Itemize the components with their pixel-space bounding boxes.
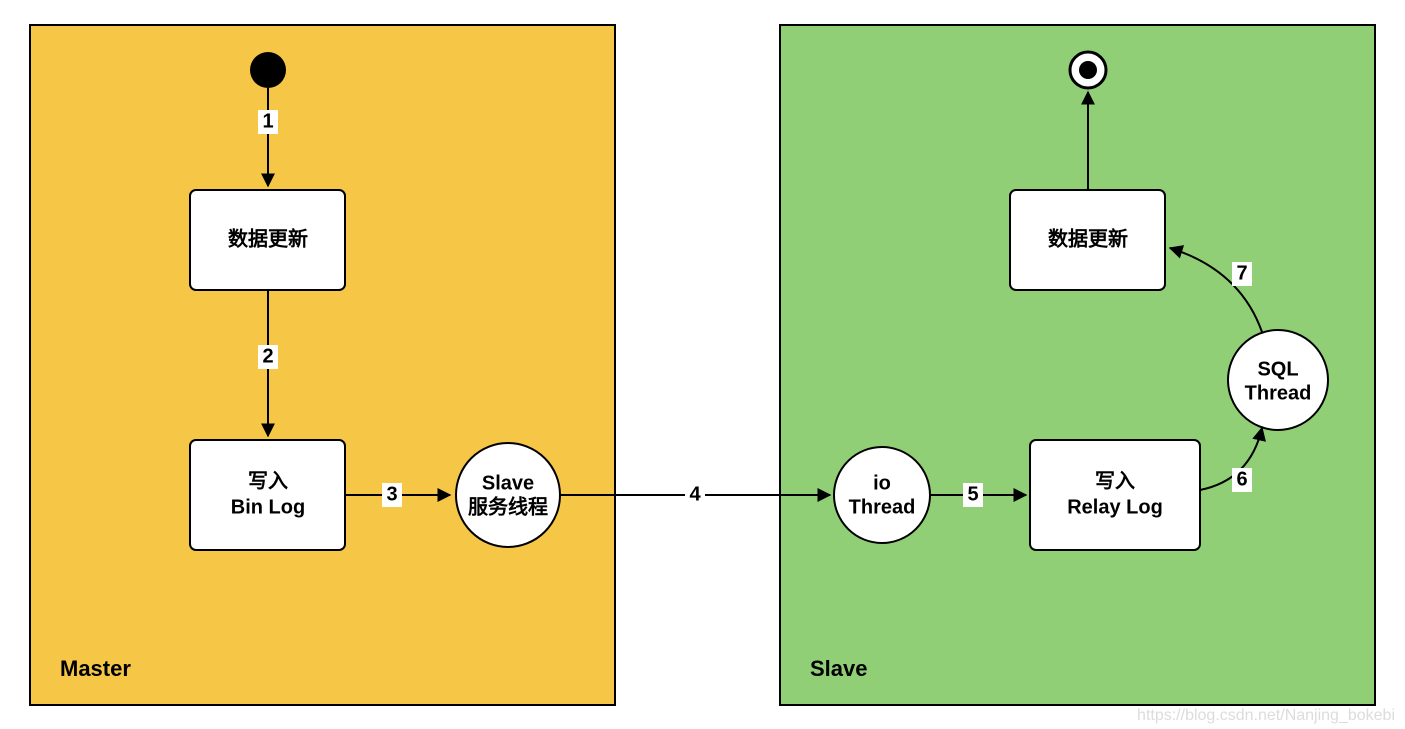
- node-io-thread-line2: Thread: [849, 496, 916, 518]
- edge-1-label: 1: [262, 110, 273, 132]
- start-node-icon: [250, 52, 286, 88]
- slave-label: Slave: [810, 656, 868, 681]
- node-binlog-line1: 写入: [248, 469, 288, 492]
- edge-4-label: 4: [689, 483, 701, 505]
- node-binlog: [190, 440, 345, 550]
- node-slave-service-thread: [456, 443, 560, 547]
- end-node-inner-icon: [1079, 61, 1097, 79]
- node-sql-thread-line1: SQL: [1257, 358, 1298, 380]
- node-relay-log-line1: 写入: [1095, 469, 1135, 492]
- node-slave-service-thread-line1: Slave: [482, 472, 534, 494]
- node-io-thread: [834, 447, 930, 543]
- node-relay-log-line2: Relay Log: [1067, 496, 1163, 518]
- edge-2-label: 2: [262, 345, 273, 367]
- edge-6-label: 6: [1236, 468, 1247, 490]
- edge-5-label: 5: [967, 483, 978, 505]
- node-binlog-line2: Bin Log: [231, 496, 305, 518]
- node-slave-update-text: 数据更新: [1048, 226, 1128, 250]
- node-master-update-text: 数据更新: [228, 226, 308, 250]
- master-label: Master: [60, 656, 131, 681]
- node-relay-log: [1030, 440, 1200, 550]
- master-container: [30, 25, 615, 705]
- node-sql-thread-line2: Thread: [1245, 382, 1312, 404]
- node-io-thread-line1: io: [873, 472, 891, 494]
- node-slave-service-thread-line2: 服务线程: [468, 494, 548, 518]
- edge-7-label: 7: [1236, 262, 1247, 284]
- watermark-text: https://blog.csdn.net/Nanjing_bokebi: [1137, 707, 1395, 724]
- edge-3-label: 3: [386, 483, 397, 505]
